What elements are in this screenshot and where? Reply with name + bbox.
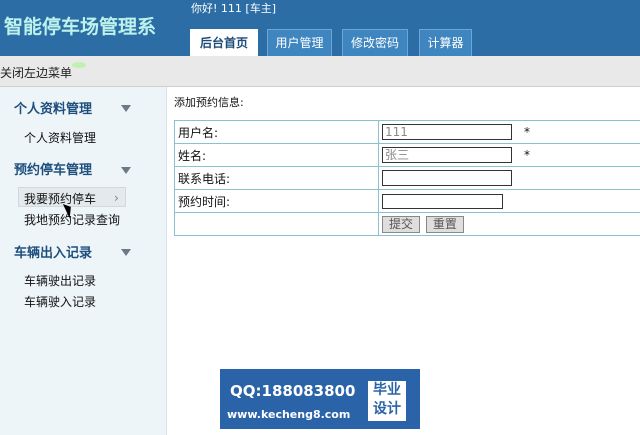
tab-calculator[interactable]: 计算器	[419, 29, 472, 56]
watermark-badge-line1: 毕业	[373, 382, 401, 398]
sidebar-item-make-reservation[interactable]: 我要预约停车	[24, 190, 96, 207]
submit-button[interactable]: 提交	[382, 215, 421, 233]
phone-label: 联系电话:	[174, 166, 379, 190]
sidebar-section-profile[interactable]: 个人资料管理	[14, 98, 92, 117]
watermark-banner: QQ:188083800 www.kecheng8.com 毕业 设计	[220, 369, 420, 429]
phone-field[interactable]	[382, 170, 512, 186]
username-field[interactable]: 111	[382, 124, 512, 140]
table-row: 预约时间:	[174, 189, 640, 213]
tab-home[interactable]: 后台首页	[190, 29, 258, 56]
username-label: 用户名:	[174, 120, 379, 144]
watermark-url-text: www.kecheng8.com	[227, 408, 351, 421]
watermark-badge-line2: 设计	[373, 401, 401, 417]
table-row: 姓名: 张三 *	[174, 143, 640, 167]
reservation-time-label: 预约时间:	[174, 189, 379, 213]
sidebar-section-reservation[interactable]: 预约停车管理	[14, 159, 92, 178]
watermark-badge: 毕业 设计	[368, 381, 406, 421]
chevron-down-icon[interactable]	[121, 105, 131, 112]
chevron-right-icon: ›	[114, 191, 119, 205]
toolbar: 关闭左边菜单	[0, 56, 640, 87]
name-field[interactable]: 张三	[382, 147, 512, 163]
empty-cell	[174, 212, 379, 236]
name-label: 姓名:	[174, 143, 379, 167]
app-title: 智能停车场管理系	[4, 16, 157, 38]
sidebar-item-vehicle-exit[interactable]: 车辆驶出记录	[24, 272, 96, 289]
sidebar-item-vehicle-entry[interactable]: 车辆驶入记录	[24, 293, 96, 310]
table-row: 联系电话:	[174, 166, 640, 190]
required-marker: *	[524, 147, 530, 162]
reservation-form-table: 用户名: 111 * 姓名: 张三 * 联系电话: 预约时间: 提交 重置	[174, 120, 640, 236]
reset-button[interactable]: 重置	[425, 215, 464, 233]
sidebar-section-vehicle-records[interactable]: 车辆出入记录	[14, 242, 92, 261]
chevron-down-icon[interactable]	[121, 167, 131, 174]
tab-change-password[interactable]: 修改密码	[342, 29, 408, 56]
sidebar-item-profile-management[interactable]: 个人资料管理	[24, 129, 96, 146]
welcome-text: 你好! 111 [车主]	[191, 2, 276, 15]
top-header: 智能停车场管理系 你好! 111 [车主] 后台首页 用户管理 修改密码 计算器	[0, 0, 640, 56]
chevron-down-icon[interactable]	[121, 249, 131, 256]
watermark-qq-text: QQ:188083800	[230, 382, 356, 400]
table-row: 提交 重置	[174, 212, 640, 236]
reservation-time-field[interactable]	[382, 193, 503, 209]
toggle-left-menu-link[interactable]: 关闭左边菜单	[0, 62, 87, 81]
tab-user-management[interactable]: 用户管理	[267, 29, 332, 56]
required-marker: *	[524, 124, 530, 139]
form-heading: 添加预约信息:	[174, 96, 244, 109]
table-row: 用户名: 111 *	[174, 120, 640, 144]
